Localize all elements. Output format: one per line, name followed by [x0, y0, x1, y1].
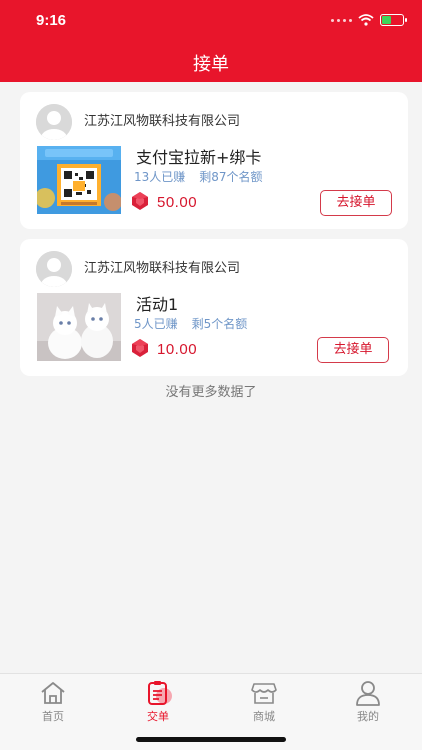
- task-title: 活动1: [136, 295, 179, 314]
- task-title: 支付宝拉新+绑卡: [136, 148, 262, 167]
- wifi-icon: [358, 14, 374, 26]
- tab-profile[interactable]: 我的: [338, 680, 398, 724]
- status-icons: [331, 14, 407, 26]
- home-indicator: [136, 737, 286, 742]
- task-card[interactable]: 江苏江风物联科技有限公司 支付宝拉新+绑卡 13人已赚 剩87个名额 50.00…: [20, 92, 408, 229]
- tab-label: 商城: [253, 710, 275, 723]
- clipboard-icon: [148, 681, 172, 705]
- signal-icon: [331, 18, 352, 22]
- tab-label: 我的: [357, 710, 379, 723]
- remaining-slots: 剩87个名额: [199, 170, 263, 184]
- remaining-slots: 剩5个名额: [191, 317, 248, 331]
- home-icon: [41, 682, 65, 704]
- user-icon: [356, 681, 380, 706]
- task-thumbnail: [37, 146, 121, 214]
- task-thumbnail: [37, 293, 121, 361]
- joined-count: 13人已赚: [134, 170, 186, 184]
- task-stats: 13人已赚 剩87个名额: [134, 168, 263, 185]
- take-order-button[interactable]: 去接单: [317, 337, 389, 363]
- task-stats: 5人已赚 剩5个名额: [134, 315, 247, 332]
- joined-count: 5人已赚: [134, 317, 178, 331]
- avatar: [36, 251, 72, 287]
- gem-icon: [132, 339, 148, 357]
- status-time: 9:16: [36, 12, 67, 29]
- tab-mall[interactable]: 商城: [234, 680, 294, 724]
- app-header: 9:16 接单: [0, 0, 422, 82]
- page-title: 接单: [193, 54, 229, 75]
- avatar: [36, 104, 72, 140]
- company-name: 江苏江风物联科技有限公司: [84, 114, 241, 129]
- tab-home[interactable]: 首页: [23, 680, 83, 724]
- reward-price: 10.00: [157, 341, 198, 358]
- reward-price: 50.00: [157, 194, 198, 211]
- list-end-message: 没有更多数据了: [165, 385, 257, 400]
- company-name: 江苏江风物联科技有限公司: [84, 261, 241, 276]
- battery-icon: [380, 14, 407, 26]
- tab-label: 首页: [42, 710, 64, 723]
- take-order-button[interactable]: 去接单: [320, 190, 392, 216]
- task-card[interactable]: 江苏江风物联科技有限公司 活动1 5人已赚 剩5个名额 10.00 去接单: [20, 239, 408, 376]
- store-icon: [251, 683, 277, 704]
- gem-icon: [132, 192, 148, 210]
- tab-submit[interactable]: 交单: [128, 680, 188, 724]
- tab-label: 交单: [147, 710, 169, 723]
